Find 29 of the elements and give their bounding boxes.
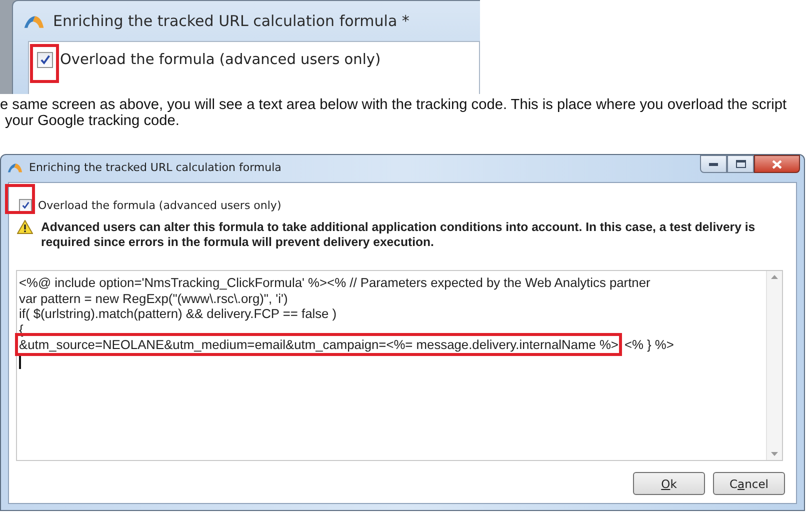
checkbox[interactable] xyxy=(37,52,53,68)
window-title: Enriching the tracked URL calculation formula xyxy=(29,161,282,174)
code-line: var pattern = new RegExp("(www\.rsc\.org)", 'i') xyxy=(19,290,288,306)
code-line: if( $(urlstring).match(pattern) && delivery.FCP == false ) xyxy=(19,306,337,321)
maximize-button[interactable] xyxy=(727,155,754,173)
code-editor[interactable] xyxy=(16,270,783,461)
dialog-button[interactable]: Cancel xyxy=(713,472,785,495)
app-logo-icon xyxy=(7,162,23,173)
warning-text: Advanced users can alter this formula to take additional application conditions into account. In this case, a test delivery is required since errors in the formula will prevent delivery execution. xyxy=(41,220,756,250)
paragraph-line: e same screen as above, you will see a text area below with the tracking code. This is place where you overload the script xyxy=(0,97,788,113)
code-line: <% } %> xyxy=(624,337,674,352)
maximize-icon xyxy=(736,160,746,168)
minimize-icon xyxy=(709,162,718,166)
dialog-button[interactable]: Ok xyxy=(633,472,705,495)
window-title: Enriching the tracked URL calculation formula * xyxy=(53,12,410,30)
close-button[interactable] xyxy=(754,155,800,173)
paragraph-line: your Google tracking code. xyxy=(4,113,180,129)
checkbox-label: Overload the formula (advanced users only) xyxy=(38,199,282,212)
app-logo-icon xyxy=(23,14,45,28)
minimize-button[interactable] xyxy=(700,155,727,173)
scroll-down-icon[interactable] xyxy=(771,452,778,456)
checkbox-label: Overload the formula (advanced users only) xyxy=(60,52,381,68)
text-cursor xyxy=(19,356,21,368)
scrollbar[interactable] xyxy=(766,271,782,460)
warning-icon xyxy=(17,220,33,234)
checkbox[interactable] xyxy=(19,199,32,212)
code-line: <%@ include option='NmsTracking_ClickFormula' %><% // Parameters expected by the Web Analytics partner xyxy=(19,275,650,290)
scroll-up-icon[interactable] xyxy=(771,275,778,279)
close-icon xyxy=(772,160,782,168)
